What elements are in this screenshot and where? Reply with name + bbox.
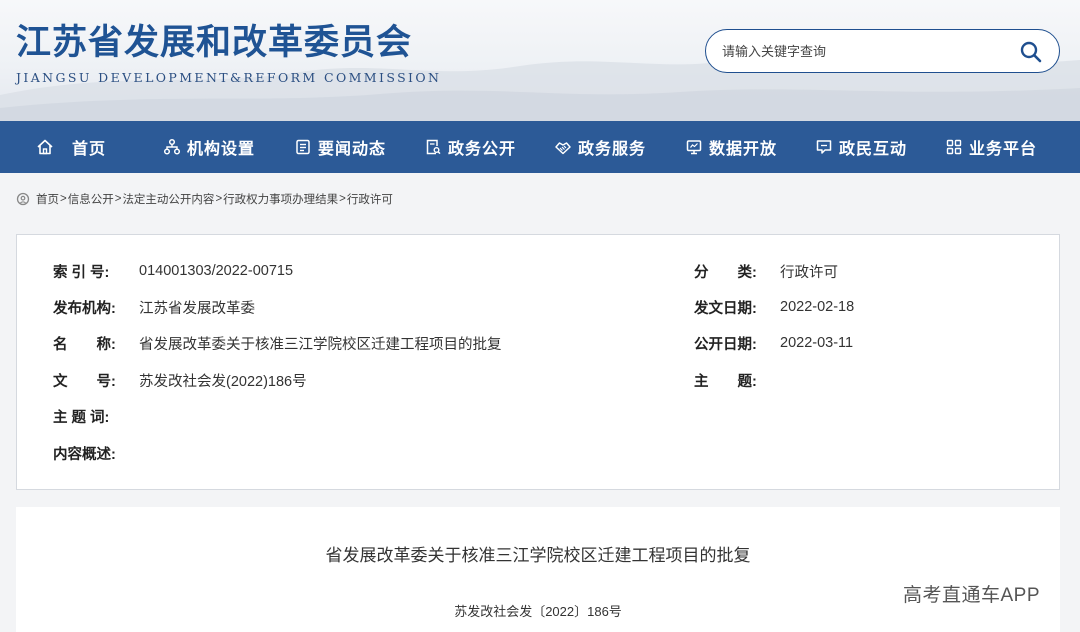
nav-item-label: 政务公开 — [448, 141, 517, 158]
info-row-name: 名 称: 省发展改革委关于核准三江学院校区迁建工程项目的批复 — [53, 332, 502, 354]
breadcrumb-statutory-content[interactable]: 法定主动公开内容 — [122, 191, 214, 207]
nav-item-data-open[interactable]: 数据开放 — [685, 121, 777, 173]
nav-item-label: 首页 — [72, 141, 107, 158]
summary-label: 内容概述: — [53, 446, 116, 463]
info-row-summary: 内容概述: — [53, 442, 139, 464]
nav-item-label: 数据开放 — [709, 141, 778, 158]
info-row-public-date: 公开日期: 2022-03-11 — [694, 332, 853, 354]
publisher-value: 江苏省发展改革委 — [139, 300, 255, 317]
breadcrumb-separator: > — [215, 193, 223, 205]
monitor-icon — [685, 138, 703, 156]
nav-item-label: 政民互动 — [839, 141, 908, 158]
document-info-card: 索 引 号: 014001303/2022-00715 分 类: 行政许可 发布… — [16, 234, 1060, 490]
topic-label: 主 题: — [694, 373, 757, 390]
nav-item-interaction[interactable]: 政民互动 — [815, 121, 907, 173]
breadcrumb: 首页 > 信息公开 > 法定主动公开内容 > 行政权力事项办理结果 > 行政许可 — [16, 190, 393, 208]
nav-item-gov-open[interactable]: 政务公开 — [424, 121, 516, 173]
index-label: 索 引 号: — [53, 264, 110, 281]
issue-date-value: 2022-02-18 — [780, 299, 855, 315]
watermark: 高考直通车APP — [903, 585, 1041, 606]
site-header: 江苏省发展和改革委员会 JIANGSU DEVELOPMENT&REFORM C… — [0, 0, 1080, 121]
site-subtitle: JIANGSU DEVELOPMENT&REFORM COMMISSION — [16, 70, 442, 85]
publisher-label: 发布机构: — [53, 300, 116, 317]
info-row-issue-date: 发文日期: 2022-02-18 — [694, 296, 854, 318]
breadcrumb-admin-results[interactable]: 行政权力事项办理结果 — [223, 191, 338, 207]
location-pin-icon — [16, 192, 30, 206]
main-nav: 首页 机构设置 要闻动态 政务公开 政务服务 数据开放 政民互动 业务平台 — [0, 121, 1080, 173]
breadcrumb-separator: > — [339, 193, 346, 205]
nav-item-label: 业务平台 — [969, 141, 1038, 158]
chat-icon — [815, 138, 833, 156]
document-title: 省发展改革委关于核准三江学院校区迁建工程项目的批复 — [325, 546, 751, 565]
search-icon[interactable] — [1019, 40, 1043, 64]
search-box — [705, 29, 1060, 73]
category-value: 行政许可 — [780, 264, 838, 281]
info-row-publisher: 发布机构: 江苏省发展改革委 — [53, 296, 255, 318]
document-search-icon — [424, 138, 442, 156]
nav-item-org[interactable]: 机构设置 — [163, 121, 255, 173]
info-row-category: 分 类: 行政许可 — [694, 260, 838, 282]
doc-number-label: 文 号: — [53, 373, 116, 390]
nav-item-gov-service[interactable]: 政务服务 — [554, 121, 646, 173]
info-row-keywords: 主 题 词: — [53, 405, 139, 427]
home-icon — [36, 138, 54, 156]
doc-number-value: 苏发改社会发(2022)186号 — [139, 373, 307, 390]
news-icon — [294, 138, 312, 156]
nav-item-label: 机构设置 — [187, 141, 256, 158]
grid-icon — [945, 138, 963, 156]
breadcrumb-separator: > — [114, 193, 122, 205]
keywords-label: 主 题 词: — [53, 409, 110, 426]
service-icon — [554, 138, 572, 156]
name-value: 省发展改革委关于核准三江学院校区迁建工程项目的批复 — [139, 336, 502, 353]
name-label: 名 称: — [53, 336, 116, 353]
breadcrumb-info-open[interactable]: 信息公开 — [68, 191, 114, 207]
info-row-doc-number: 文 号: 苏发改社会发(2022)186号 — [53, 369, 307, 391]
nav-item-business[interactable]: 业务平台 — [945, 121, 1037, 173]
public-date-value: 2022-03-11 — [780, 335, 854, 351]
info-row-index: 索 引 号: 014001303/2022-00715 — [53, 260, 293, 282]
public-date-label: 公开日期: — [694, 336, 757, 353]
category-label: 分 类: — [694, 264, 757, 281]
nav-item-label: 政务服务 — [578, 141, 647, 158]
nav-item-news[interactable]: 要闻动态 — [294, 121, 386, 173]
issue-date-label: 发文日期: — [694, 300, 757, 317]
document-body: 省发展改革委关于核准三江学院校区迁建工程项目的批复 苏发改社会发〔2022〕18… — [16, 507, 1060, 632]
index-value: 014001303/2022-00715 — [139, 263, 294, 279]
breadcrumb-admin-permit[interactable]: 行政许可 — [347, 191, 393, 207]
nav-item-label: 要闻动态 — [318, 141, 387, 158]
nav-item-home[interactable]: 首页 — [36, 121, 106, 173]
breadcrumb-home[interactable]: 首页 — [36, 191, 59, 207]
breadcrumb-separator: > — [60, 193, 67, 205]
site-title: 江苏省发展和改革委员会 — [16, 22, 413, 63]
info-row-topic: 主 题: — [694, 369, 780, 391]
search-input[interactable] — [722, 39, 1002, 63]
org-chart-icon — [163, 138, 181, 156]
